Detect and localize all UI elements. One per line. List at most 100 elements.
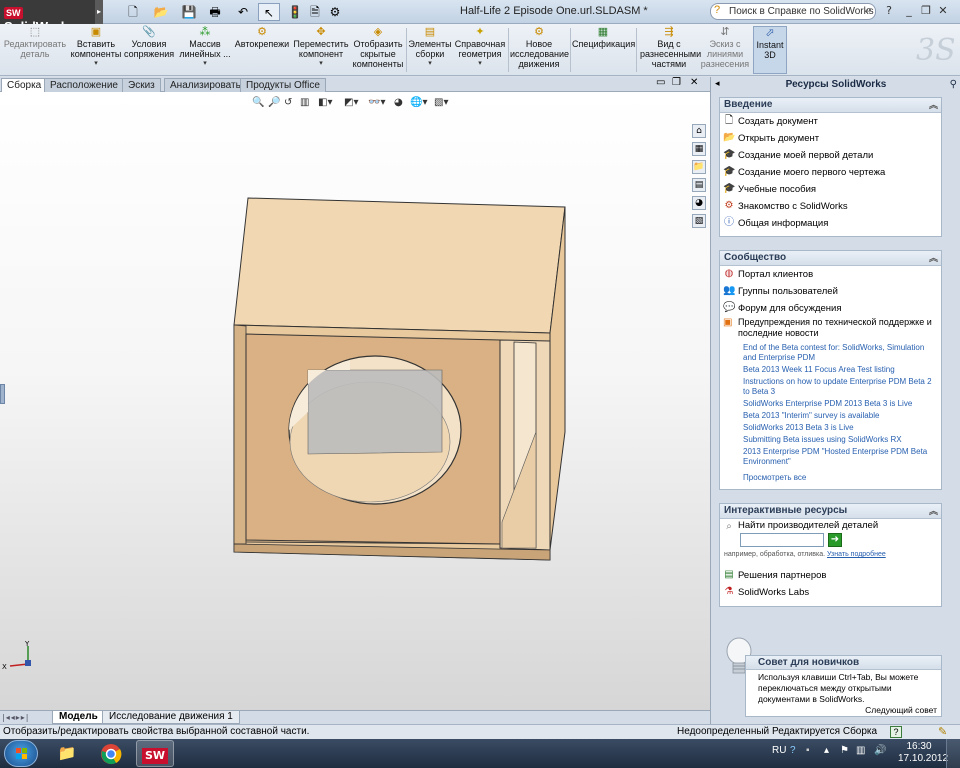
go-arrow-button[interactable]: ➜ [828, 533, 842, 547]
show-hidden-icons-icon[interactable]: ▴ [824, 745, 829, 756]
minimize-icon[interactable]: _ [902, 4, 916, 18]
linear-pattern-button[interactable]: ⁂ Массив линейных ... ▾ [178, 26, 232, 69]
collapse-chevron-icon[interactable]: ︽ [929, 504, 938, 518]
support-news-link[interactable]: ▣ Предупреждения по технической поддержке… [720, 317, 941, 339]
language-indicator[interactable]: RU [772, 745, 786, 756]
viewport-close-icon[interactable]: ✕ [690, 77, 698, 88]
keyboard-tray-icon[interactable]: ▪ [806, 745, 810, 756]
system-clock[interactable]: 16:30 17.10.2012 [898, 741, 948, 765]
customer-portal-link[interactable]: ◍ Портал клиентов [720, 266, 941, 283]
view-settings-icon[interactable]: ▧▾ [434, 97, 448, 108]
solidworks-labs-link[interactable]: ⚗ SolidWorks Labs [720, 584, 941, 601]
chrome-taskbar-icon[interactable] [92, 740, 130, 767]
news-link[interactable]: SolidWorks Enterprise PDM 2013 Beta 3 is… [720, 398, 941, 410]
intro-panel-title[interactable]: Введение ︽ [720, 98, 941, 113]
news-link[interactable]: SolidWorks 2013 Beta 3 is Live [720, 422, 941, 434]
help-tray-icon[interactable]: ? [790, 745, 796, 756]
show-desktop-button[interactable] [946, 739, 960, 768]
explode-line-sketch-button[interactable]: ⇵ Эскиз с линиями разнесения [700, 26, 750, 69]
mate-button[interactable]: 📎 Условия сопряжения [124, 26, 174, 59]
restore-icon[interactable]: ❐ [919, 4, 933, 18]
tab-evaluate[interactable]: Анализировать [164, 78, 247, 92]
first-drawing-link[interactable]: 🎓 Создание моего первого чертежа [720, 164, 941, 181]
design-library-icon[interactable]: ▦ [692, 142, 706, 156]
tab-office-products[interactable]: Продукты Office [240, 78, 326, 92]
volume-icon[interactable]: 🔊 [874, 745, 886, 756]
print-icon[interactable]: 🖶 [204, 3, 226, 21]
undo-icon[interactable]: ↶ [232, 3, 254, 21]
zoom-to-fit-icon[interactable]: 🔍 [252, 97, 264, 108]
tab-layout[interactable]: Расположение [44, 78, 124, 92]
solidworks-logo[interactable]: SWSolidWorks [0, 0, 95, 34]
news-link[interactable]: Instructions on how to update Enterprise… [720, 376, 941, 398]
feature-manager-toggle[interactable] [0, 384, 5, 404]
collapse-chevron-icon[interactable]: ︽ [929, 251, 938, 265]
assembly-features-button[interactable]: ▤ Элементы сборки ▾ [408, 26, 452, 69]
appearances-icon[interactable]: ◕ [692, 196, 706, 210]
graphics-area[interactable]: 🔍 🔎 ↺ ▥ ◧▾ ◩▾ 👓▾ ◕ 🌐▾ ▧▾ Y X ⌂ ▦ 📁 ▤ ◕ ▧ [0, 92, 710, 710]
previous-view-icon[interactable]: ↺ [284, 97, 292, 108]
display-style-icon[interactable]: ◩▾ [344, 97, 358, 108]
collapse-chevron-icon[interactable]: ︽ [929, 98, 938, 112]
speaker-box-model[interactable] [220, 192, 580, 572]
community-panel-title[interactable]: Сообщество ︽ [720, 251, 941, 266]
view-palette-icon[interactable]: ▤ [692, 178, 706, 192]
select-pointer-icon[interactable]: ↖ [258, 3, 280, 21]
reference-geometry-button[interactable]: ✦ Справочная геометрия ▾ [454, 26, 506, 69]
bom-button[interactable]: ▦ Спецификация [572, 26, 635, 49]
news-link[interactable]: End of the Beta contest for: SolidWorks,… [720, 342, 941, 364]
exploded-view-button[interactable]: ⇶ Вид с разнесенными частями [640, 26, 701, 69]
partner-solutions-link[interactable]: ▤ Решения партнеров [720, 567, 941, 584]
instant3d-button[interactable]: ⬀ Instant 3D [753, 26, 787, 74]
status-rebuild-icon[interactable]: ✎ [938, 725, 947, 739]
new-document-icon[interactable]: 🗋 [122, 3, 144, 21]
zoom-to-area-icon[interactable]: 🔎 [268, 97, 280, 108]
pin-icon[interactable]: ⚲ [950, 77, 957, 92]
general-info-link[interactable]: ⓘ Общая информация [720, 215, 941, 232]
smart-fasteners-button[interactable]: ⚙ Автокрепежи [234, 26, 290, 49]
tab-assembly[interactable]: Сборка [1, 78, 48, 92]
section-view-icon[interactable]: ▥ [300, 97, 309, 108]
move-component-button[interactable]: ✥ Переместить компонент ▾ [292, 26, 350, 69]
insert-components-button[interactable]: ▣ Вставить компоненты ▾ [70, 26, 122, 69]
view-orientation-icon[interactable]: ◧▾ [318, 97, 332, 108]
edit-part-button[interactable]: ⬚ Редактировать деталь [2, 26, 68, 59]
action-center-flag-icon[interactable]: ⚑ [840, 745, 849, 756]
learn-more-link[interactable]: Узнать подробнее [827, 551, 886, 558]
user-groups-link[interactable]: 👥 Группы пользователей [720, 283, 941, 300]
open-document-link[interactable]: 📂 Открыть документ [720, 130, 941, 147]
first-part-link[interactable]: 🎓 Создание моей первой детали [720, 147, 941, 164]
show-hidden-button[interactable]: ◈ Отобразить скрытые компоненты [352, 26, 404, 69]
status-help-button[interactable]: ? [890, 726, 902, 738]
supplier-search-input[interactable] [740, 533, 824, 547]
file-explorer-icon[interactable]: 📁 [692, 160, 706, 174]
next-tip-link[interactable]: Следующий совет [865, 705, 937, 715]
search-icon[interactable]: ⌕ [866, 4, 872, 17]
apply-scene-icon[interactable]: 🌐▾ [410, 97, 427, 108]
help-menu-icon[interactable]: ? [882, 4, 896, 18]
news-link[interactable]: 2013 Enterprise PDM "Hosted Enterprise P… [720, 446, 941, 468]
intro-solidworks-link[interactable]: ⚙ Знакомство с SolidWorks [720, 198, 941, 215]
help-search-input[interactable]: ? Поиск в Справке по SolidWorks ⌕ [710, 3, 876, 20]
home-icon[interactable]: ⌂ [692, 124, 706, 138]
news-link[interactable]: Beta 2013 "Interim" survey is available [720, 410, 941, 422]
back-arrow-icon[interactable]: ◂ [715, 79, 720, 89]
close-icon[interactable]: ✕ [936, 4, 950, 18]
viewport-minimize-icon[interactable]: ▭ [656, 77, 665, 88]
edit-appearance-icon[interactable]: ◕ [394, 97, 403, 108]
open-document-icon[interactable]: 📂 [150, 3, 172, 21]
solidworks-taskbar-icon[interactable]: SW [136, 740, 174, 767]
network-icon[interactable]: ▥ [856, 745, 865, 756]
news-link[interactable]: Beta 2013 Week 11 Focus Area Test listin… [720, 364, 941, 376]
start-button[interactable] [4, 740, 38, 767]
discussion-forum-link[interactable]: 💬 Форум для обсуждения [720, 300, 941, 317]
tab-sketch[interactable]: Эскиз [122, 78, 161, 92]
view-all-news-link[interactable]: Просмотреть все [720, 472, 941, 484]
menu-expand-arrow-icon[interactable]: ▸ [95, 0, 103, 24]
hide-show-items-icon[interactable]: 👓▾ [368, 97, 385, 108]
tab-scroll-arrows-icon[interactable]: |◂◂▸▸| [2, 713, 29, 722]
tab-motion-study-1[interactable]: Исследование движения 1 [102, 711, 240, 724]
save-icon[interactable]: 💾 [178, 3, 200, 21]
create-document-link[interactable]: 🗋 Создать документ [720, 113, 941, 130]
options-icon[interactable]: ⚙ [324, 3, 346, 21]
